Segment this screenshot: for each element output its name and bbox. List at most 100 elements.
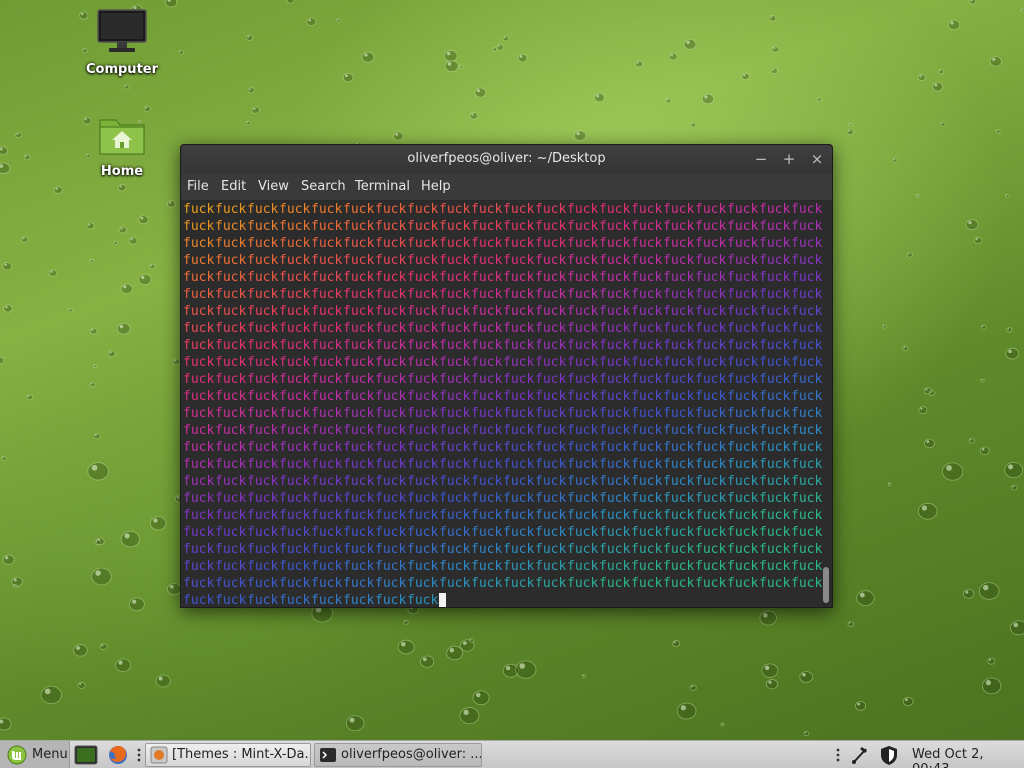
terminal-word: fuck <box>727 423 759 438</box>
terminal-word: fuck <box>727 253 759 268</box>
terminal-output[interactable]: fuckfuckfuckfuckfuckfuckfuckfuckfuckfuck… <box>181 201 824 607</box>
terminal-window[interactable]: oliverfpeos@oliver: ~/Desktop − + × File… <box>180 144 833 608</box>
terminal-word: fuck <box>567 355 599 370</box>
menu-file[interactable]: File <box>187 179 209 194</box>
raindrop <box>468 638 475 644</box>
task-button-terminal[interactable]: oliverfpeos@oliver: ... <box>314 743 482 767</box>
terminal-word: fuck <box>375 287 407 302</box>
raindrop <box>941 462 964 481</box>
raindrop <box>167 582 182 596</box>
terminal-scrollbar[interactable] <box>822 201 830 607</box>
terminal-word: fuck <box>631 355 663 370</box>
terminal-launcher-icon[interactable] <box>74 741 98 768</box>
terminal-word: fuck <box>407 338 439 353</box>
terminal-word: fuck <box>695 576 727 591</box>
terminal-word: fuck <box>535 542 567 557</box>
terminal-word: fuck <box>727 440 759 455</box>
terminal-line: fuckfuckfuckfuckfuckfuckfuckfuckfuckfuck… <box>183 524 823 541</box>
terminal-word: fuck <box>279 559 311 574</box>
raindrop <box>854 701 867 711</box>
raindrop <box>915 193 920 198</box>
terminal-word: fuck <box>503 236 535 251</box>
terminal-word: fuck <box>727 372 759 387</box>
terminal-word: fuck <box>503 253 535 268</box>
minimize-button[interactable]: − <box>751 149 771 169</box>
terminal-word: fuck <box>791 440 823 455</box>
terminal-word: fuck <box>503 440 535 455</box>
terminal-word: fuck <box>279 202 311 217</box>
raindrop <box>938 68 945 75</box>
raindrop <box>118 226 127 234</box>
terminal-word: fuck <box>247 270 279 285</box>
terminal-word: fuck <box>567 525 599 540</box>
terminal-word: fuck <box>407 236 439 251</box>
terminal-word: fuck <box>471 321 503 336</box>
desktop-icon-home[interactable]: Home <box>72 112 172 179</box>
shield-icon[interactable] <box>878 741 900 768</box>
terminal-word: fuck <box>375 304 407 319</box>
start-menu-button[interactable]: Menu <box>0 741 70 768</box>
raindrop <box>420 655 435 668</box>
window-titlebar[interactable]: oliverfpeos@oliver: ~/Desktop − + × <box>181 145 832 173</box>
scrollbar-thumb[interactable] <box>823 567 829 603</box>
menu-view[interactable]: View <box>258 179 289 194</box>
task-button-browser[interactable]: [Themes : Mint-X-Da... <box>145 743 311 767</box>
terminal-word: fuck <box>247 372 279 387</box>
terminal-word: fuck <box>695 474 727 489</box>
terminal-word: fuck <box>311 491 343 506</box>
desktop-icon-computer[interactable]: Computer <box>72 8 172 77</box>
raindrop <box>939 121 946 127</box>
terminal-line: fuckfuckfuckfuckfuckfuckfuckfuckfuckfuck… <box>183 490 823 507</box>
monitor-icon <box>97 9 147 52</box>
menu-edit[interactable]: Edit <box>221 179 246 194</box>
terminal-word: fuck <box>215 389 247 404</box>
terminal-word: fuck <box>439 440 471 455</box>
terminal-word: fuck <box>215 593 247 607</box>
terminal-word: fuck <box>439 270 471 285</box>
firefox-icon[interactable] <box>106 741 130 768</box>
raindrop <box>846 128 854 136</box>
terminal-word: fuck <box>631 559 663 574</box>
terminal-word: fuck <box>727 525 759 540</box>
clock[interactable]: Wed Oct 2, 00:43 <box>912 747 1024 768</box>
terminal-word: fuck <box>215 576 247 591</box>
terminal-word: fuck <box>695 457 727 472</box>
network-icon[interactable] <box>849 741 871 768</box>
terminal-word: fuck <box>759 389 791 404</box>
terminal-word: fuck <box>247 576 279 591</box>
raindrop <box>0 456 7 461</box>
raindrop <box>77 681 86 689</box>
task-label: oliverfpeos@oliver: ... <box>341 747 482 762</box>
terminal-word: fuck <box>759 219 791 234</box>
terminal-word: fuck <box>631 338 663 353</box>
terminal-word: fuck <box>567 457 599 472</box>
menu-help[interactable]: Help <box>421 179 451 194</box>
menu-terminal[interactable]: Terminal <box>355 179 410 194</box>
menu-search[interactable]: Search <box>301 179 346 194</box>
terminal-word: fuck <box>183 576 215 591</box>
maximize-button[interactable]: + <box>779 149 799 169</box>
terminal-word: fuck <box>663 253 695 268</box>
terminal-word: fuck <box>631 219 663 234</box>
terminal-word: fuck <box>247 440 279 455</box>
raindrop <box>492 46 498 52</box>
raindrop <box>672 640 681 647</box>
terminal-word: fuck <box>695 525 727 540</box>
terminal-word: fuck <box>439 423 471 438</box>
terminal-word: fuck <box>343 457 375 472</box>
terminal-word: fuck <box>599 406 631 421</box>
raindrop <box>968 437 975 444</box>
terminal-word: fuck <box>535 202 567 217</box>
terminal-word: fuck <box>759 576 791 591</box>
raindrop <box>3 304 13 313</box>
terminal-word: fuck <box>695 219 727 234</box>
terminal-word: fuck <box>567 338 599 353</box>
desktop-icon-label: Home <box>100 164 144 179</box>
raindrop <box>92 364 97 368</box>
terminal-word: fuck <box>599 304 631 319</box>
terminal-word: fuck <box>567 508 599 523</box>
terminal-word: fuck <box>663 321 695 336</box>
terminal-word: fuck <box>695 491 727 506</box>
terminal-word: fuck <box>279 236 311 251</box>
close-button[interactable]: × <box>807 149 827 169</box>
